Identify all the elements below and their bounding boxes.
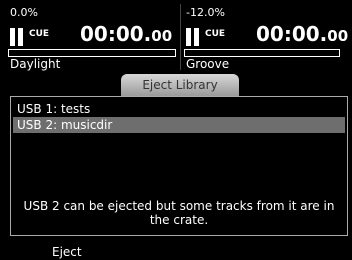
progress-bar[interactable] [8, 49, 176, 57]
cue-label: CUE [29, 29, 50, 39]
eject-button[interactable]: Eject [52, 245, 82, 259]
pitch-readout: -12.0% [186, 6, 225, 19]
list-item-usb1[interactable]: USB 1: tests [13, 101, 345, 117]
time-ms: 00 [327, 27, 349, 45]
deck-left: 0.0% CUE 00:00.00 Daylight [8, 4, 178, 71]
deck-divider [180, 4, 181, 70]
track-name: Daylight [10, 57, 61, 71]
dialog-tab-title: Eject Library [121, 74, 239, 96]
eject-library-panel: USB 1: tests USB 2: musicdir USB 2 can b… [10, 96, 348, 236]
progress-bar[interactable] [184, 49, 340, 57]
list-item-usb2[interactable]: USB 2: musicdir [13, 117, 345, 133]
pause-icon[interactable] [10, 28, 26, 46]
deck-right: -12.0% CUE 00:00.00 Groove [184, 4, 348, 71]
track-name: Groove [186, 57, 230, 71]
time-ms: 00 [151, 27, 173, 45]
cue-label: CUE [205, 29, 226, 39]
status-message: USB 2 can be ejected but some tracks fro… [23, 199, 335, 227]
pitch-readout: 0.0% [10, 6, 38, 19]
pause-icon[interactable] [186, 28, 202, 46]
time-main: 00:00. [256, 22, 328, 46]
time-main: 00:00. [80, 22, 152, 46]
elapsed-time: 00:00.00 [80, 22, 172, 46]
elapsed-time: 00:00.00 [256, 22, 348, 46]
